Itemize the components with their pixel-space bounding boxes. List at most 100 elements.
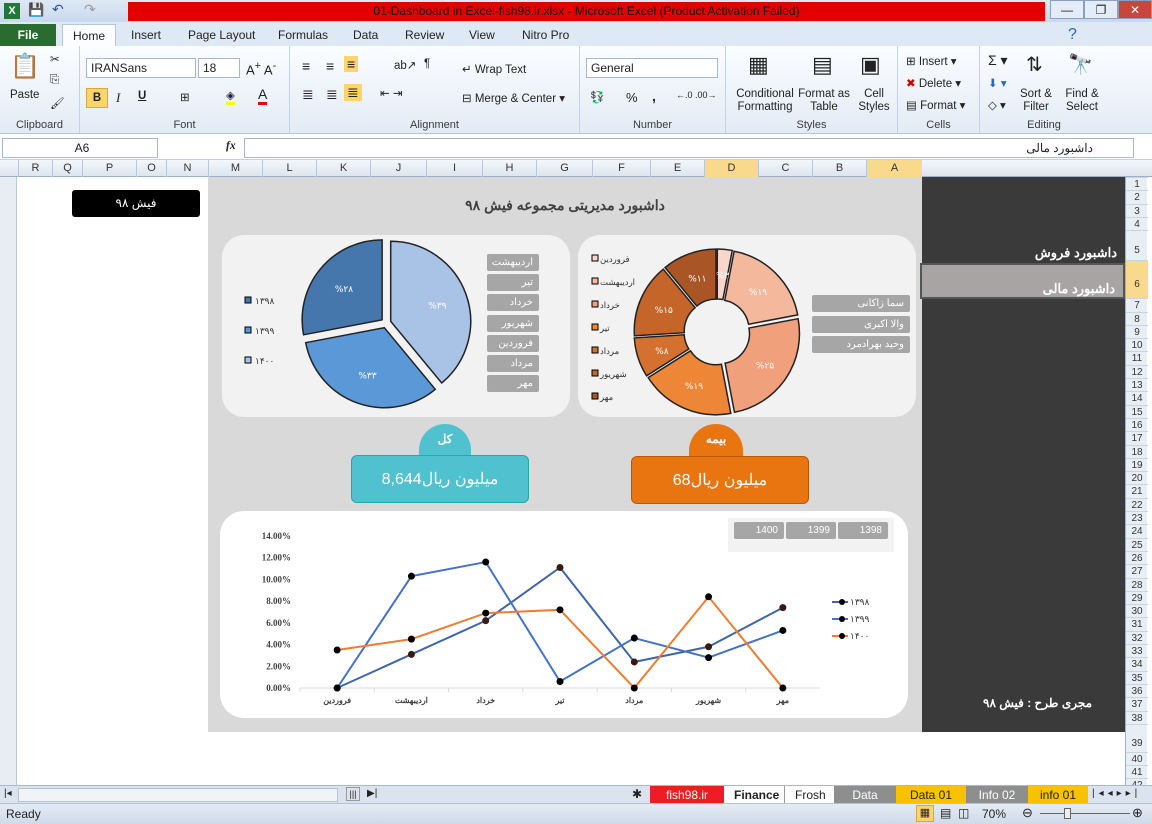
data-point[interactable] — [407, 635, 415, 643]
normal-view-icon[interactable]: ▦ — [916, 805, 934, 822]
tab-insert[interactable]: Insert — [121, 24, 171, 46]
column-header[interactable]: J — [370, 160, 426, 177]
sheet-tab-info-02[interactable]: Info 02 — [966, 786, 1028, 804]
data-point[interactable] — [333, 684, 341, 692]
insert-function-button[interactable]: fx — [226, 140, 236, 152]
format-as-table-button[interactable]: Format as Table — [798, 88, 850, 114]
column-header[interactable]: F — [592, 160, 650, 177]
indent-icon[interactable]: ⇤ ⇥ — [380, 86, 402, 100]
data-point[interactable] — [705, 654, 713, 662]
data-point[interactable] — [482, 558, 490, 566]
row-header[interactable]: 4 — [1126, 216, 1148, 230]
sheet-tab-info-01[interactable]: info 01 — [1028, 786, 1088, 804]
row-header[interactable]: 11 — [1126, 351, 1148, 364]
column-header[interactable]: D — [704, 160, 758, 177]
row-header[interactable]: 19 — [1126, 457, 1148, 471]
data-point[interactable] — [556, 563, 564, 571]
row-header[interactable]: 17 — [1126, 431, 1148, 444]
row-header[interactable]: 15 — [1126, 404, 1148, 418]
sheet-nav-icons[interactable]: |◂◂▸▸| — [1092, 788, 1141, 799]
column-header[interactable]: K — [316, 160, 370, 177]
column-header[interactable]: I — [426, 160, 482, 177]
row-header[interactable]: 36 — [1126, 683, 1148, 697]
bold-button[interactable]: B — [86, 88, 108, 108]
scroll-split-handle[interactable]: ||| — [346, 787, 360, 801]
zoom-slider[interactable] — [1040, 813, 1130, 814]
tab-view[interactable]: View — [459, 24, 505, 46]
row-header[interactable]: 1 — [1126, 177, 1148, 190]
row-header[interactable]: 12 — [1126, 364, 1148, 378]
cell-styles-icon[interactable]: ▣ — [860, 52, 881, 78]
row-header[interactable]: 13 — [1126, 378, 1148, 391]
column-header[interactable]: Q — [52, 160, 82, 177]
comma-button[interactable]: , — [652, 88, 656, 104]
align-right-icon[interactable]: ≣ — [344, 84, 362, 101]
help-icon[interactable]: ? — [1068, 26, 1077, 44]
slicer-item[interactable]: وحید بهرادمرد — [812, 336, 910, 353]
slicer-item[interactable]: والا اکبری — [812, 315, 910, 333]
row-header[interactable]: 10 — [1126, 338, 1148, 351]
zoom-in-icon[interactable]: ⊕ — [1132, 805, 1143, 821]
row-header[interactable]: 27 — [1126, 564, 1148, 577]
tab-page-layout[interactable]: Page Layout — [178, 24, 265, 46]
slicer-item[interactable]: تیر — [487, 274, 539, 292]
data-point[interactable] — [407, 572, 415, 580]
autosum-icon[interactable]: Σ ▾ — [988, 52, 1008, 69]
grow-font-icon[interactable]: A+ A- — [246, 60, 276, 77]
sidebar-item-finance[interactable]: داشبورد مالی — [920, 263, 1125, 299]
sheet-tab-frosh[interactable]: Frosh — [784, 786, 834, 804]
row-header[interactable]: 8 — [1126, 311, 1148, 325]
find-select-icon[interactable]: 🔭 — [1068, 52, 1093, 77]
rtl-icon[interactable]: ¶ — [424, 58, 430, 70]
data-point[interactable] — [779, 604, 787, 612]
column-header[interactable]: E — [650, 160, 704, 177]
row-header[interactable]: 20 — [1126, 471, 1148, 484]
row-header[interactable]: 41 — [1126, 765, 1148, 778]
minimize-button[interactable]: — — [1050, 0, 1084, 19]
column-header[interactable]: G — [536, 160, 592, 177]
borders-icon[interactable]: ⊞ — [180, 90, 190, 104]
percent-button[interactable]: % — [626, 90, 638, 105]
row-header[interactable]: 38 — [1126, 710, 1148, 724]
tab-file[interactable]: File — [0, 24, 56, 46]
tab-data[interactable]: Data — [343, 24, 388, 46]
row-header[interactable]: 35 — [1126, 670, 1148, 684]
page-layout-view-icon[interactable]: ▤ — [940, 806, 951, 820]
data-point[interactable] — [779, 626, 787, 634]
row-header[interactable]: 37 — [1126, 697, 1148, 710]
column-header[interactable]: R — [18, 160, 52, 177]
undo-icon[interactable]: ↶ — [52, 1, 64, 18]
close-button[interactable]: ✕ — [1118, 0, 1152, 19]
wrap-text-button[interactable]: ↵ Wrap Text — [462, 62, 526, 76]
align-left-icon[interactable]: ≣ — [302, 86, 314, 103]
row-header[interactable]: 26 — [1126, 550, 1148, 564]
row-header[interactable]: 6 — [1126, 260, 1148, 299]
row-header[interactable]: 16 — [1126, 417, 1148, 431]
conditional-formatting-icon[interactable]: ▦ — [748, 52, 769, 78]
row-header[interactable]: 9 — [1126, 324, 1148, 338]
font-color-icon[interactable]: A — [258, 86, 268, 105]
column-header[interactable]: C — [758, 160, 812, 177]
cell-styles-button[interactable]: Cell Styles — [852, 88, 896, 114]
number-format-select[interactable]: General — [586, 58, 718, 78]
font-name-select[interactable]: IRANSans — [86, 58, 196, 78]
data-point[interactable] — [556, 606, 564, 614]
slicer-item[interactable]: فروردین — [487, 334, 539, 352]
sheet-tab-fish98[interactable]: fish98.ir — [650, 786, 724, 804]
formula-input[interactable]: داشبورد مالی — [244, 138, 1134, 158]
row-header[interactable]: 40 — [1126, 751, 1148, 765]
sheet-tab-data-01[interactable]: Data 01 — [896, 786, 966, 804]
tab-nitro-pro[interactable]: Nitro Pro — [512, 24, 579, 46]
restore-button[interactable]: ❐ — [1084, 0, 1118, 19]
sidebar-item-sales[interactable]: داشبورد فروش — [922, 245, 1125, 261]
column-header[interactable]: M — [208, 160, 262, 177]
font-size-select[interactable]: 18 — [198, 58, 240, 78]
logo-button[interactable]: فیش ۹۸ — [72, 190, 200, 217]
column-header[interactable]: B — [812, 160, 866, 177]
tab-review[interactable]: Review — [395, 24, 454, 46]
zoom-level[interactable]: 70% — [982, 807, 1006, 821]
data-point[interactable] — [705, 643, 713, 651]
fill-color-icon[interactable]: ◈ — [226, 88, 235, 105]
format-cells-button[interactable]: ▤ Format ▾ — [906, 98, 965, 112]
data-point[interactable] — [779, 684, 787, 692]
